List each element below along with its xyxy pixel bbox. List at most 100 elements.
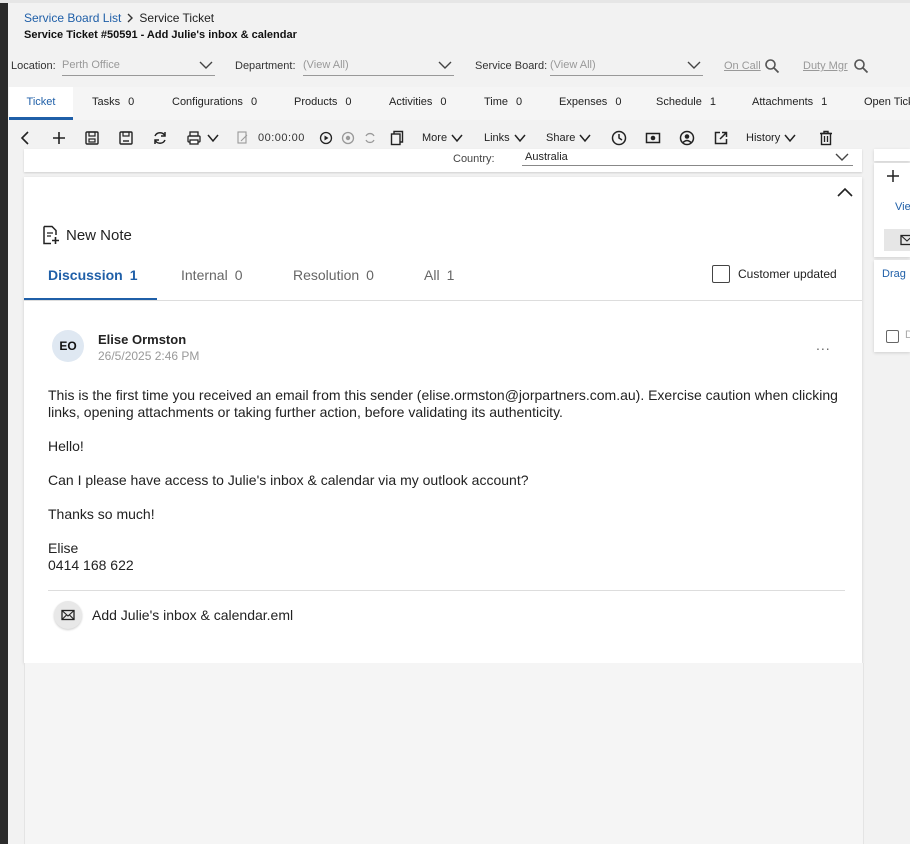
signature-name: Elise (48, 540, 79, 556)
on-call-link[interactable]: On Call (724, 60, 761, 72)
chevron-left-icon (20, 131, 29, 145)
duty-mgr-link[interactable]: Duty Mgr (803, 60, 848, 72)
copy-button[interactable] (390, 128, 404, 148)
clock-icon (611, 130, 627, 146)
tab-products[interactable]: Products 0 (294, 87, 352, 117)
mail-icon (900, 234, 910, 246)
signature-phone: 0414 168 622 (48, 557, 134, 573)
chevron-down-icon (579, 134, 591, 143)
customer-updated-toggle[interactable]: Customer updated (712, 265, 837, 283)
breadcrumb: Service Board List Service Ticket (24, 11, 214, 25)
tab-activities[interactable]: Activities 0 (389, 87, 447, 117)
chevron-up-icon[interactable] (836, 185, 854, 199)
new-note-icon (43, 225, 59, 245)
contact-button[interactable] (679, 128, 695, 148)
service-board-select[interactable]: (View All) (550, 56, 703, 76)
note-tab-discussion[interactable]: Discussion 1 (48, 267, 138, 283)
right-panel-contacts: Vie (874, 163, 910, 257)
back-button[interactable] (18, 128, 32, 148)
department-select[interactable]: (View All) (303, 56, 454, 76)
add-button[interactable] (51, 128, 67, 148)
tab-label: Tasks (92, 96, 121, 108)
refresh-button[interactable] (152, 128, 168, 148)
note-tab-count: 1 (129, 267, 138, 283)
tab-label: Expenses (559, 96, 608, 108)
breadcrumb-service-board-list[interactable]: Service Board List (24, 11, 121, 25)
country-select[interactable]: Australia (522, 149, 853, 166)
department-value: (View All) (303, 59, 349, 71)
money-icon (645, 132, 661, 144)
tab-attachments[interactable]: Attachments 1 (752, 87, 827, 117)
tab-count: 0 (250, 96, 258, 108)
links-menu[interactable]: Links (484, 128, 527, 148)
right-panel-checkbox[interactable] (886, 330, 899, 343)
refresh-icon (154, 132, 166, 144)
tab-label: Time (484, 96, 509, 108)
timer-start-button[interactable] (319, 128, 333, 148)
email-button[interactable] (884, 229, 910, 251)
note-request: Can I please have access to Julie's inbo… (48, 472, 529, 488)
right-panel-top (874, 149, 910, 161)
tab-label: Configurations (172, 96, 243, 108)
note-tab-label: Discussion (48, 267, 123, 283)
department-label: Department: (235, 60, 296, 72)
more-menu[interactable]: More (422, 128, 464, 148)
save-button[interactable] (84, 128, 100, 148)
timer-reset-button[interactable] (363, 128, 377, 148)
right-panel-checkbox-label: D (905, 329, 910, 341)
attachment-item[interactable]: Add Julie's inbox & calendar.eml (54, 601, 293, 629)
new-note-button[interactable]: New Note (42, 225, 132, 245)
plus-icon (53, 132, 65, 144)
customer-updated-checkbox[interactable] (712, 265, 730, 283)
note-thanks: Thanks so much! (48, 506, 155, 522)
history-menu[interactable]: History (746, 128, 797, 148)
plus-icon[interactable] (886, 169, 900, 183)
note-tab-resolution[interactable]: Resolution 0 (293, 267, 374, 283)
chevron-down-icon (514, 134, 526, 143)
attachment-filename: Add Julie's inbox & calendar.eml (92, 607, 294, 623)
attachment-divider (48, 590, 845, 591)
tab-schedule[interactable]: Schedule 1 (656, 87, 716, 117)
tab-label: Ticket (26, 96, 56, 108)
print-button[interactable] (186, 128, 220, 148)
window-edge (0, 0, 8, 844)
page-title: Service Ticket #50591 - Add Julie's inbo… (24, 29, 297, 41)
view-link[interactable]: Vie (895, 201, 910, 213)
tab-tasks[interactable]: Tasks 0 (92, 87, 134, 117)
note-datetime: 26/5/2025 2:46 PM (98, 349, 200, 363)
open-external-button[interactable] (713, 128, 729, 148)
tab-open-tickets[interactable]: Open Tick (864, 87, 910, 117)
email-attachment-icon (54, 601, 82, 629)
expense-button[interactable] (645, 128, 661, 148)
save-and-close-button[interactable] (118, 128, 134, 148)
note-tab-count: 0 (366, 267, 374, 283)
share-menu[interactable]: Share (546, 128, 592, 148)
chevron-down-icon (438, 61, 452, 69)
chevron-down-icon (687, 61, 701, 69)
location-label: Location: (11, 60, 56, 72)
note-greeting: Hello! (48, 438, 84, 454)
record-icon (341, 131, 355, 145)
search-icon[interactable] (764, 58, 780, 74)
search-icon[interactable] (853, 58, 869, 74)
save-icon (85, 131, 99, 145)
avatar: EO (52, 330, 84, 362)
tab-configurations[interactable]: Configurations 0 (172, 87, 257, 117)
tab-label: Attachments (752, 96, 814, 108)
note-tab-label: Internal (181, 267, 228, 283)
note-tab-all[interactable]: All 1 (424, 267, 454, 283)
delete-button[interactable] (819, 128, 833, 148)
timer-display: 00:00:00 (258, 132, 305, 144)
tab-ticket[interactable]: Ticket (9, 87, 73, 120)
chevron-down-icon (207, 134, 219, 143)
tab-label: Activities (389, 96, 433, 108)
note-tab-internal[interactable]: Internal 0 (181, 267, 243, 283)
time-entry-button[interactable] (611, 128, 627, 148)
tab-time[interactable]: Time 0 (484, 87, 522, 117)
tab-expenses[interactable]: Expenses 0 (559, 87, 621, 117)
location-select[interactable]: Perth Office (62, 56, 215, 76)
note-more-menu[interactable]: ... (816, 337, 831, 353)
timer-note-button[interactable] (237, 128, 249, 148)
share-label: Share (546, 132, 576, 144)
timer-stop-button[interactable] (341, 128, 355, 148)
